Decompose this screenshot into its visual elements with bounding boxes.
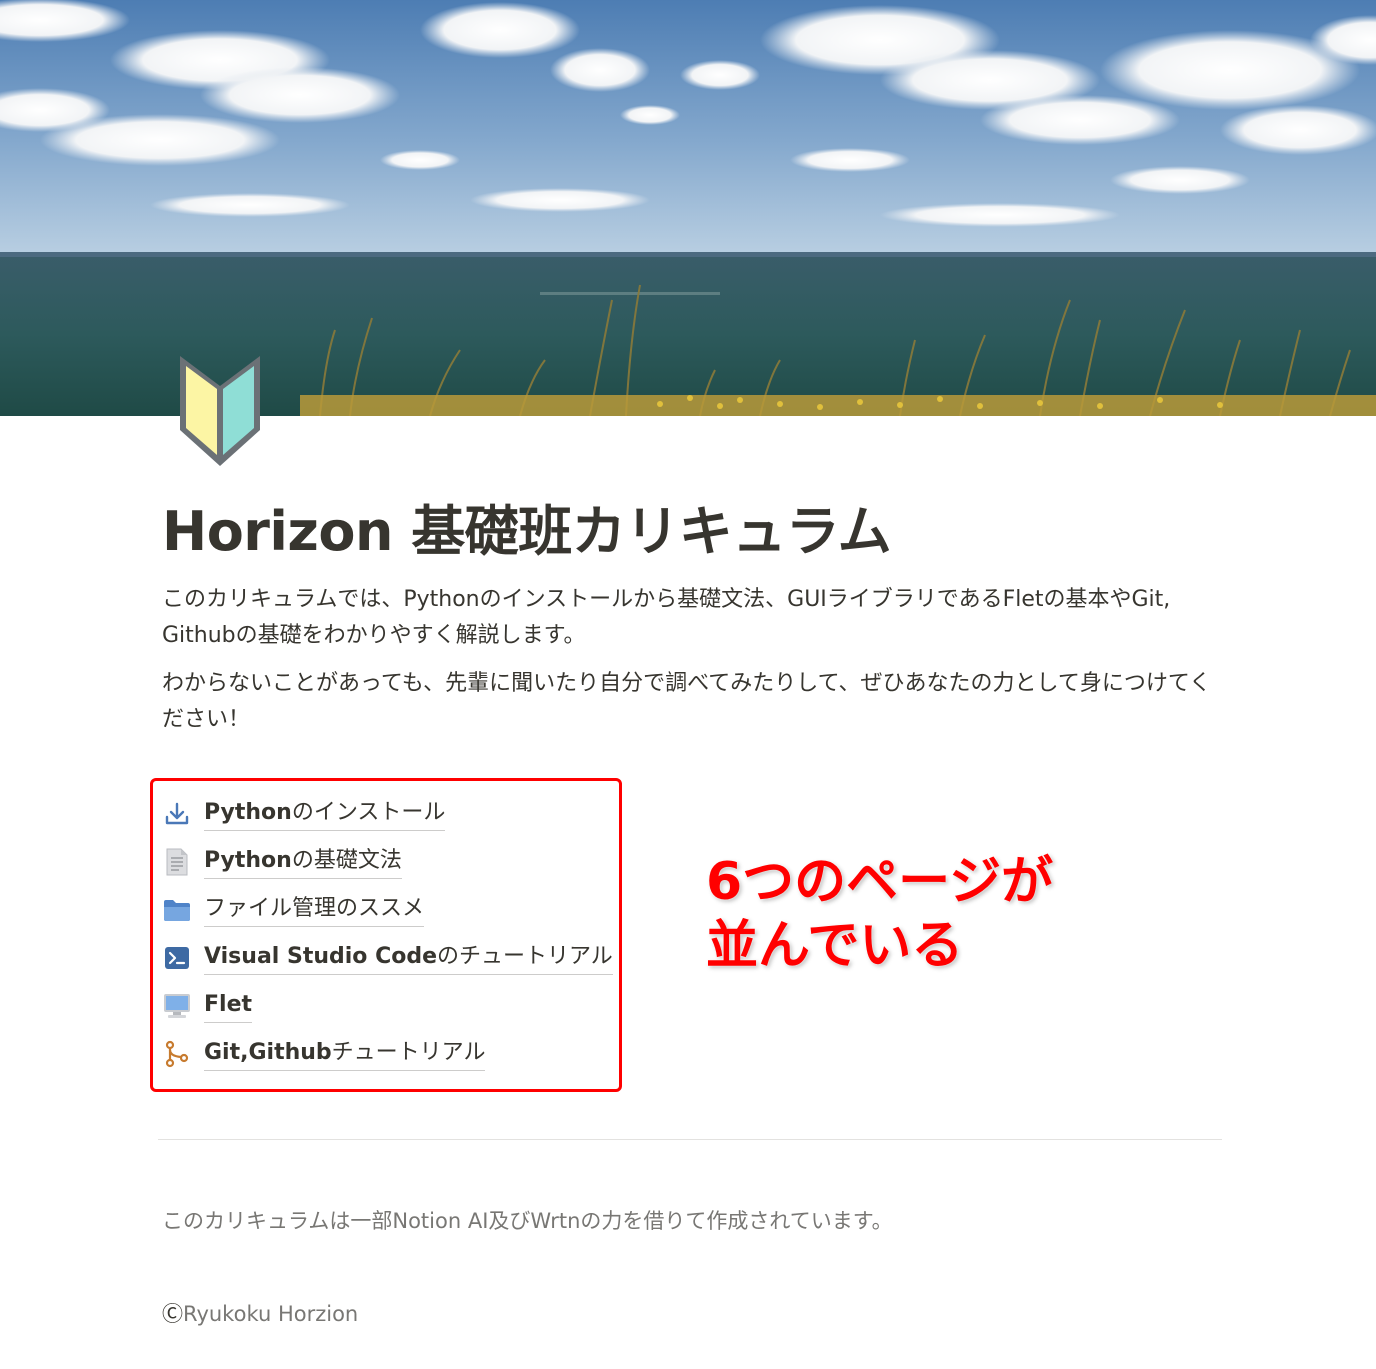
subpage-link-label: Visual Studio Codeのチュートリアル [204, 942, 613, 975]
folder-icon [162, 895, 192, 925]
subpage-link-git-github[interactable]: Git,Githubチュートリアル [162, 1030, 613, 1078]
divider [158, 1139, 1222, 1140]
document-icon [162, 847, 192, 877]
copyright-text: Ryukoku Horzion [183, 1302, 359, 1326]
subpage-link-label: ファイル管理のススメ [204, 894, 425, 927]
download-icon [162, 799, 192, 829]
subpage-link-vscode[interactable]: Visual Studio Codeのチュートリアル [162, 934, 613, 982]
description-line-2: わからないことがあっても、先輩に聞いたり自分で調べてみたりして、ぜひあなたの力と… [162, 671, 1212, 732]
copyright-mark: Ⓒ [162, 1302, 183, 1326]
monitor-icon [162, 991, 192, 1021]
git-branch-icon [162, 1039, 192, 1069]
subpage-list: Pythonのインストール Pythonの基礎文法 ファイル管理のススメ Vis… [162, 790, 613, 1078]
subpage-link-file-management[interactable]: ファイル管理のススメ [162, 886, 613, 934]
subpage-link-label: Pythonの基礎文法 [204, 846, 402, 879]
subpage-link-python-install[interactable]: Pythonのインストール [162, 790, 613, 838]
subpage-link-label: Flet [204, 990, 253, 1023]
terminal-icon [162, 943, 192, 973]
beginner-mark-icon [174, 350, 266, 472]
subpage-link-label: Pythonのインストール [204, 798, 446, 831]
footer-note: このカリキュラムは一部Notion AI及びWrtnの力を借りて作成されています… [162, 1209, 893, 1233]
description-line-1: このカリキュラムでは、Pythonのインストールから基礎文法、GUIライブラリで… [162, 587, 1171, 648]
copyright: ⒸRyukoku Horzion [162, 1296, 358, 1332]
page-title: Horizon 基礎班カリキュラム [162, 500, 892, 563]
subpage-link-label: Git,Githubチュートリアル [204, 1038, 486, 1071]
subpage-link-flet[interactable]: Flet [162, 982, 613, 1030]
subpage-link-python-grammar[interactable]: Pythonの基礎文法 [162, 838, 613, 886]
annotation-text: 6つのページが 並んでいる [706, 852, 1054, 976]
